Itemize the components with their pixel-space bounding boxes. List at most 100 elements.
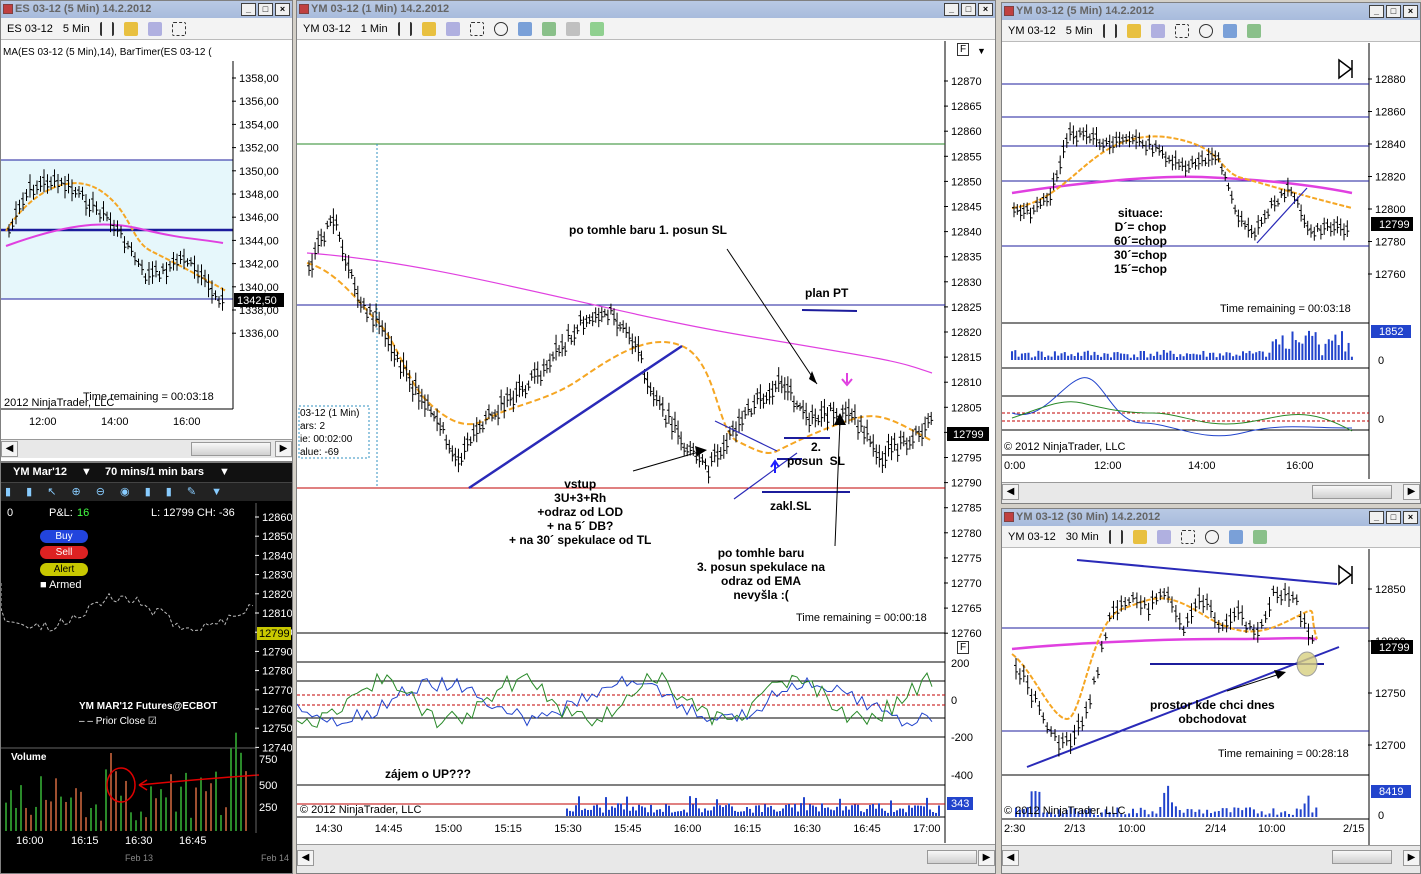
trader-price-label: 12770 — [262, 685, 293, 697]
ym-price-label: 12775 — [951, 553, 982, 565]
ym-price-label: 12760 — [951, 628, 982, 640]
sma-line — [306, 252, 933, 374]
annotation-posun2: 2. posun SL — [787, 440, 845, 468]
rb-price-label: 12850 — [1375, 584, 1406, 596]
rb-time-3: 2/14 — [1205, 823, 1227, 835]
trader-price-label: 12810 — [262, 608, 293, 620]
trader-time-1600: 16:00 — [16, 835, 44, 847]
ym-scrollbar[interactable]: ◀ ▶ — [297, 844, 995, 873]
ym-copyright-text: 2012 NinjaTrader, LLC — [311, 804, 422, 816]
trader-time-1630: 16:30 — [125, 835, 153, 847]
scroll-to-end-icon — [1338, 564, 1353, 586]
futures-label: YM MAR'12 Futures@ECBOT — [79, 701, 218, 712]
es-price-label: 1344,00 — [239, 235, 279, 247]
ym-price-label: 12820 — [951, 327, 982, 339]
trader-price-label: 12820 — [262, 589, 293, 601]
annotation-vstup: vstup 3U+3+Rh +odraz od LOD + na 5´ DB? … — [509, 477, 652, 547]
rt-time-16: 16:00 — [1286, 460, 1314, 472]
rb-copyright-text: 2012 NinjaTrader, LLC — [1015, 805, 1126, 817]
oscillator-blue — [297, 675, 933, 727]
ym-time-label: 15:15 — [494, 823, 522, 835]
ym-time-label: 16:30 — [793, 823, 821, 835]
es-price-label: 1350,00 — [239, 166, 279, 178]
scale-f-button[interactable]: F — [957, 43, 970, 56]
trader-price-label: 12760 — [262, 704, 293, 716]
scroll-right-arrow[interactable]: ▶ — [275, 441, 292, 457]
ym-time-label: 15:00 — [434, 823, 463, 835]
rb-volume-last: 8419 — [1379, 786, 1403, 798]
ym-time-label: 14:45 — [374, 823, 403, 835]
arrow-posun1 — [726, 248, 818, 385]
ym-time-remaining: Time remaining = 00:00:18 — [796, 612, 927, 624]
ym-price-label: 12830 — [951, 277, 982, 289]
ym-1min-chart: 12870 12865 12860 12855 12850 12845 12840 12835… — [297, 41, 989, 843]
es-price-label: 1358,00 — [239, 73, 279, 85]
panel-collapse-arrow[interactable]: ▼ — [977, 46, 986, 56]
ym-time-label: 16:45 — [853, 823, 881, 835]
osc-label: -400 — [951, 770, 973, 782]
scroll-right-arrow[interactable]: ▶ — [1403, 484, 1420, 500]
ym-price-label: 12770 — [951, 578, 982, 590]
es-scrollbar[interactable]: ◀ ▶ — [1, 439, 292, 458]
scroll-thumb[interactable] — [1312, 485, 1392, 499]
rb-time-2: 10:00 — [1118, 823, 1146, 835]
trader-price-label: 12740 — [262, 742, 293, 754]
ym-time-label: 16:15 — [733, 823, 762, 835]
trader-price-label: 12830 — [262, 570, 293, 582]
scale-f-button-2[interactable]: F — [957, 641, 970, 654]
ym-price-label: 12815 — [951, 352, 982, 364]
ym-copyright: © 2012 NinjaTrader, LLC — [300, 804, 422, 816]
rb-scrollbar[interactable]: ◀ ▶ — [1002, 845, 1420, 873]
trader-last-price: 12799 — [259, 628, 290, 640]
prior-close-text: Prior Close — [95, 716, 146, 727]
scroll-thumb[interactable] — [927, 850, 977, 864]
rt-volume-zero: 0 — [1378, 355, 1384, 367]
scroll-left-arrow[interactable]: ◀ — [297, 850, 314, 866]
trader-price-label: 12790 — [262, 646, 293, 658]
es-price-label: 1356,00 — [239, 96, 279, 108]
ym-30min-chart-window: YM 03-12 (30 Min) 14.2.2012 _ □ × YM 03-12… — [1001, 508, 1421, 874]
ym-time-label: 15:45 — [614, 823, 642, 835]
rt-time-12: 12:00 — [1094, 460, 1122, 472]
ym-5min-chart: 12880 12860 12840 12820 12800 12780 12760 1279… — [1002, 43, 1413, 479]
scroll-left-arrow[interactable]: ◀ — [1002, 850, 1019, 866]
es-price-label: 1346,00 — [239, 212, 279, 224]
ym-price-label: 12780 — [951, 528, 982, 540]
rt-time-0: 0:00 — [1004, 460, 1026, 472]
rt-scrollbar[interactable]: ◀ ▶ — [1002, 482, 1420, 503]
rb-time-0: 2:30 — [1004, 823, 1026, 835]
trendline-up — [468, 344, 683, 490]
es-price-label: 1348,00 — [239, 189, 279, 201]
scroll-to-end-icon — [1338, 58, 1353, 80]
ym-price-label: 12825 — [951, 302, 982, 314]
scroll-thumb[interactable] — [191, 442, 271, 456]
rt-price-label: 12860 — [1375, 107, 1406, 119]
scroll-right-arrow[interactable]: ▶ — [978, 850, 995, 866]
rb-price-label: 12750 — [1375, 688, 1406, 700]
databox-line1: 03-12 (1 Min) — [300, 408, 360, 419]
ym-price-label: 12855 — [951, 151, 982, 163]
es-copyright: 2012 NinjaTrader, LLC — [4, 397, 115, 409]
ym-price-label: 12785 — [951, 503, 982, 515]
rt-price-label: 12800 — [1375, 204, 1406, 216]
osc-label: 0 — [951, 695, 957, 707]
es-time-12: 12:00 — [29, 416, 57, 428]
ym-30min-chart: 12850128001275012700 12799 8419 0 — [1002, 549, 1413, 849]
ym-price-label: 12870 — [951, 76, 982, 88]
es-price-label: 1340,00 — [239, 282, 279, 294]
plan-pt-line — [801, 309, 858, 312]
scroll-thumb[interactable] — [1332, 850, 1392, 864]
ym-price-label: 12795 — [951, 453, 982, 465]
scroll-left-arrow[interactable]: ◀ — [1, 441, 18, 457]
scroll-right-arrow[interactable]: ▶ — [1403, 850, 1420, 866]
ym-time-label: 16:00 — [673, 823, 702, 835]
trader-price-label: 12850 — [262, 531, 293, 543]
es-chart-window: ES 03-12 (5 Min) 14.2.2012 _ □ × ES 03-12 … — [0, 0, 293, 462]
rt-price-label: 12880 — [1375, 74, 1406, 86]
rt-volume-last: 1852 — [1379, 326, 1403, 338]
target-zone-ellipse — [1296, 651, 1318, 677]
trader-date-feb13: Feb 13 — [125, 853, 154, 863]
rb-copyright: © 2012 NinjaTrader, LLC — [1004, 805, 1126, 817]
scroll-left-arrow[interactable]: ◀ — [1002, 484, 1019, 500]
ym-5min-chart-window: YM 03-12 (5 Min) 14.2.2012 _ □ × YM 03-12 … — [1001, 2, 1421, 504]
